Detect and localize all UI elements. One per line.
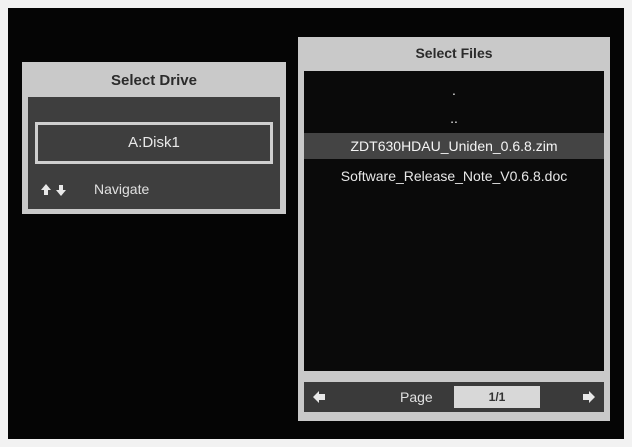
drive-panel-body: A:Disk1 Navigate (28, 97, 280, 209)
page-label: Page (400, 389, 433, 405)
page-indicator: 1/1 (454, 386, 540, 408)
files-panel-title: Select Files (415, 45, 493, 61)
up-down-arrows-icon (40, 177, 74, 201)
drive-panel-title: Select Drive (111, 72, 197, 89)
arrow-right-icon[interactable] (582, 390, 596, 409)
file-item-doc[interactable]: Software_Release_Note_V0.6.8.doc (304, 163, 604, 189)
select-drive-panel: Select Drive A:Disk1 Navigate (22, 62, 286, 214)
file-item-current-dir[interactable]: . (304, 77, 604, 103)
drive-item-a-disk1[interactable]: A:Disk1 (35, 122, 273, 164)
file-item-parent-dir[interactable]: .. (304, 105, 604, 131)
navigate-label: Navigate (94, 181, 150, 197)
navigate-hint: Navigate (40, 177, 149, 201)
select-files-panel: Select Files . .. ZDT630HDAU_Uniden_0.6.… (298, 37, 610, 421)
file-item-zim[interactable]: ZDT630HDAU_Uniden_0.6.8.zim (304, 133, 604, 159)
file-list: . .. ZDT630HDAU_Uniden_0.6.8.zim Softwar… (304, 71, 604, 371)
page-bar: Page 1/1 (304, 382, 604, 412)
arrow-left-icon[interactable] (312, 390, 326, 409)
